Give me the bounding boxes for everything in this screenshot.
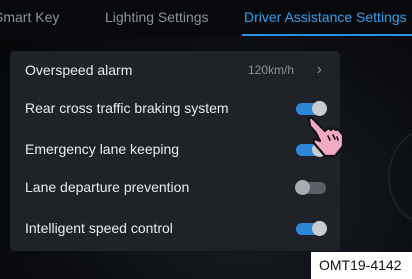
figure-code-label: OMT19-4142 (311, 252, 412, 279)
setting-label: Intelligent speed control (25, 220, 173, 236)
tab-smart-key[interactable]: Smart Key (0, 9, 59, 25)
setting-label: Emergency lane keeping (25, 141, 180, 157)
tab-driver-assistance-settings[interactable]: Driver Assistance Settings (244, 9, 407, 25)
setting-overspeed-alarm[interactable]: Overspeed alarm 120km/h › (10, 51, 340, 91)
setting-intelligent-speed-control: Intelligent speed control (10, 209, 340, 249)
settings-list: Overspeed alarm 120km/h › Rear cross tra… (10, 51, 340, 251)
toggle-knob (312, 101, 327, 116)
setting-value: 120km/h (247, 63, 294, 77)
background-decoration (388, 130, 412, 224)
settings-tab-bar: Smart Key Lighting Settings Driver Assis… (0, 0, 412, 36)
chevron-right-icon: › (316, 61, 322, 78)
tab-lighting-settings[interactable]: Lighting Settings (105, 9, 209, 25)
setting-emergency-lane-keeping: Emergency lane keeping (10, 130, 340, 170)
setting-label: Rear cross traffic braking system (25, 100, 229, 116)
toggle-switch[interactable] (295, 180, 326, 195)
hand-pointer-icon (307, 116, 345, 158)
infotainment-screen: Smart Key Lighting Settings Driver Assis… (0, 0, 412, 279)
toggle-knob (295, 180, 310, 195)
setting-label: Lane departure prevention (25, 179, 190, 195)
setting-label: Overspeed alarm (25, 62, 133, 78)
figure-code: OMT19-4142 (319, 257, 402, 273)
active-tab-indicator (242, 34, 412, 36)
setting-rear-cross-traffic-braking: Rear cross traffic braking system (10, 89, 340, 129)
setting-lane-departure-prevention: Lane departure prevention (10, 168, 340, 208)
toggle-switch[interactable] (296, 101, 327, 116)
toggle-knob (312, 221, 327, 236)
toggle-switch[interactable] (296, 221, 327, 236)
